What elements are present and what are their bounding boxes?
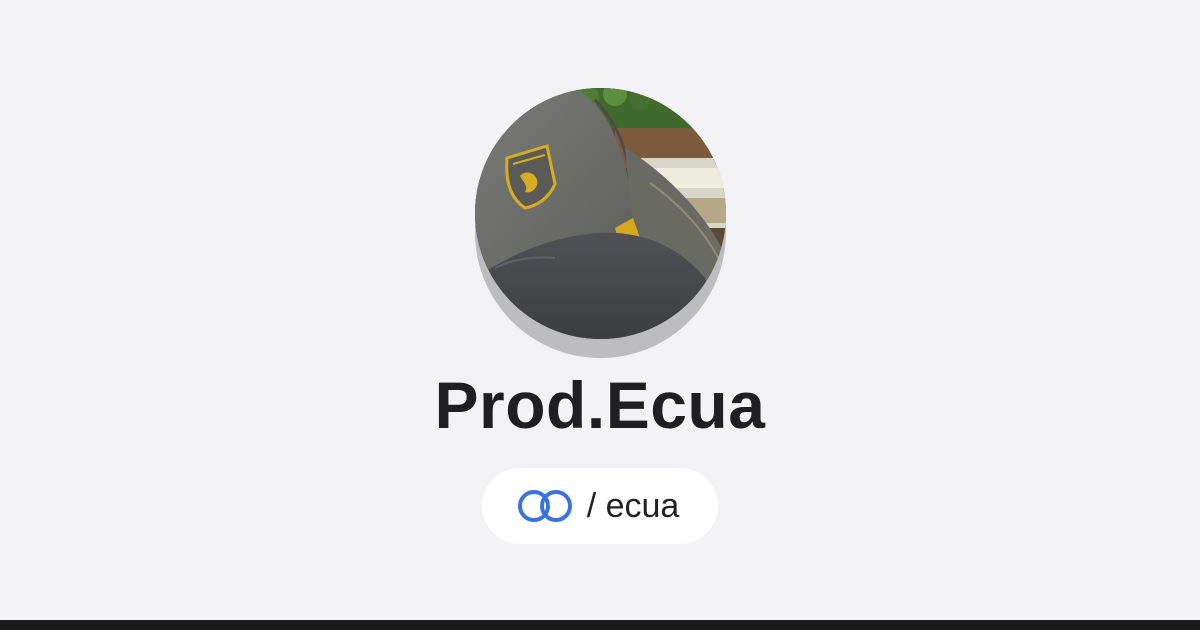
avatar-container [475, 88, 726, 358]
profile-photo [475, 88, 726, 339]
linked-rings-icon [517, 490, 572, 522]
profile-handle: / ecua [586, 487, 680, 525]
bottom-bar [0, 620, 1200, 630]
profile-display-name: Prod.Ecua [434, 368, 766, 442]
share-card: Prod.Ecua / ecua [0, 0, 1200, 620]
avatar[interactable] [475, 88, 726, 339]
profile-handle-link[interactable]: / ecua [482, 468, 718, 544]
